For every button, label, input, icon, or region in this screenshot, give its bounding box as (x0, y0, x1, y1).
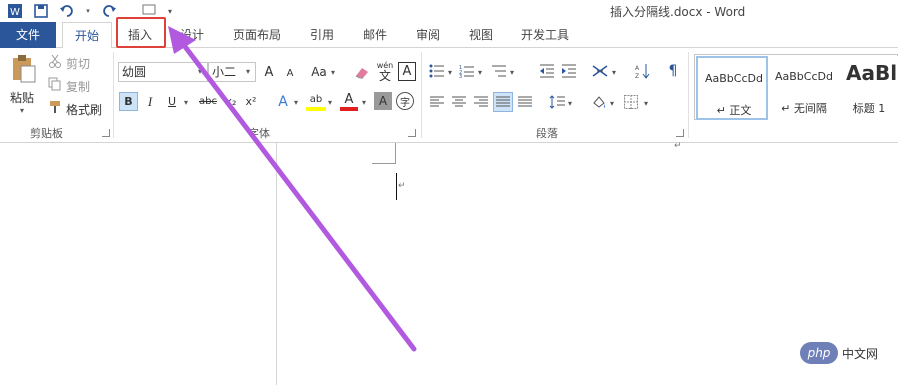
site-watermark: php 中文网 (800, 342, 878, 364)
annotation-arrow (168, 26, 417, 352)
watermark-text: 中文网 (842, 346, 879, 361)
php-logo: php (800, 342, 838, 364)
word-window: W ▾ ▾ 插入分隔线.docx - Word 文件 开始 插入 设计 页面布局… (0, 0, 898, 385)
